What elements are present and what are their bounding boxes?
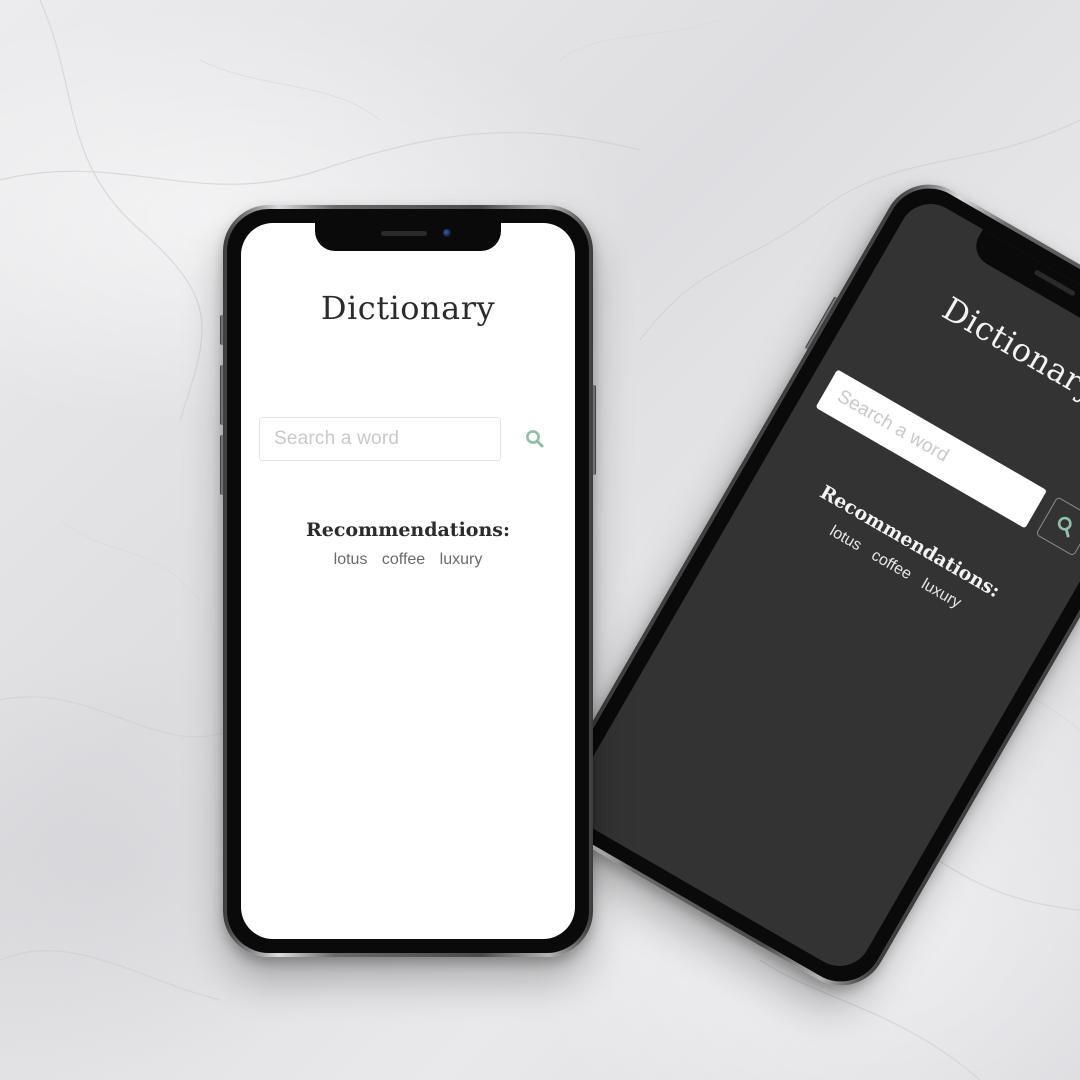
- search-input[interactable]: [259, 417, 501, 461]
- side-button: [220, 435, 224, 495]
- side-button: [220, 315, 224, 345]
- search-row: [259, 417, 557, 461]
- notch: [315, 223, 501, 251]
- recommendations-list: lotus coffee luxury: [241, 551, 575, 569]
- search-button[interactable]: [513, 417, 557, 461]
- recommendation-link-lotus[interactable]: lotus: [827, 523, 865, 555]
- light-screen: Dictionary Recommendations: lotus coffee…: [241, 223, 575, 939]
- recommendation-link-lotus[interactable]: lotus: [334, 551, 368, 568]
- app-title: Dictionary: [320, 289, 496, 327]
- light-phone: Dictionary Recommendations: lotus coffee…: [220, 205, 596, 957]
- recommendations-title: Recommendations:: [305, 519, 511, 541]
- camera-icon: [443, 229, 451, 237]
- search-icon: [1057, 516, 1072, 538]
- search-row: [815, 369, 1080, 557]
- recommendation-link-coffee[interactable]: coffee: [382, 551, 425, 568]
- speaker-grille: [381, 231, 427, 236]
- dictionary-app-light: Dictionary Recommendations: lotus coffee…: [241, 223, 575, 939]
- phone-bezel: Dictionary Recommendations: lotus coffee…: [227, 209, 589, 953]
- side-button: [592, 385, 596, 475]
- side-button: [220, 365, 224, 425]
- speaker-grille: [1033, 269, 1076, 297]
- search-button[interactable]: [1035, 496, 1080, 557]
- recommendation-link-luxury[interactable]: luxury: [440, 551, 483, 568]
- search-icon: [526, 430, 544, 448]
